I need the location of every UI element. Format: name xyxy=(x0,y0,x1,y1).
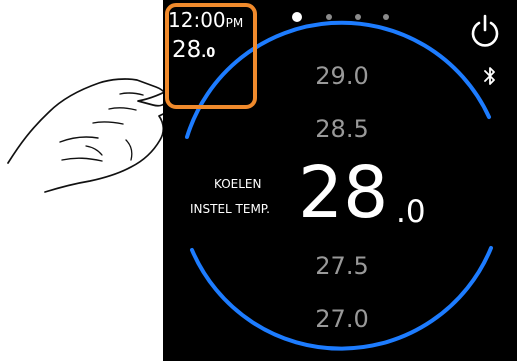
corner-temperature-decimal: .0 xyxy=(201,46,216,61)
clock-time-value: 12:00 xyxy=(168,8,226,32)
current-setpoint-main: 28 xyxy=(298,151,389,234)
page-indicator xyxy=(292,11,389,23)
corner-temperature: 28.0 xyxy=(172,39,215,62)
page-dot-3 xyxy=(355,14,361,20)
setpoint-option-28-5[interactable]: 28.5 xyxy=(282,117,402,141)
mode-label-instel-temp: INSTEL TEMP. xyxy=(190,202,270,216)
page-dot-2 xyxy=(326,14,332,20)
setpoint-option-29-0[interactable]: 29.0 xyxy=(282,64,402,88)
thermostat-screenshot: 12:00PM 28.0 29.0 28.5 27.5 27.0 KOELEN … xyxy=(0,0,517,361)
power-icon[interactable] xyxy=(468,14,502,50)
clock-time-suffix: PM xyxy=(225,16,244,30)
bluetooth-icon xyxy=(484,67,495,85)
clock-time: 12:00PM xyxy=(168,10,243,30)
page-dot-4 xyxy=(383,14,389,20)
page-dot-1 xyxy=(292,12,302,22)
corner-temperature-main: 28 xyxy=(172,37,202,63)
setpoint-option-27-0[interactable]: 27.0 xyxy=(282,307,402,331)
current-setpoint-decimal: .0 xyxy=(396,194,426,230)
mode-label-koelen: KOELEN xyxy=(214,177,262,191)
setpoint-option-27-5[interactable]: 27.5 xyxy=(282,254,402,278)
